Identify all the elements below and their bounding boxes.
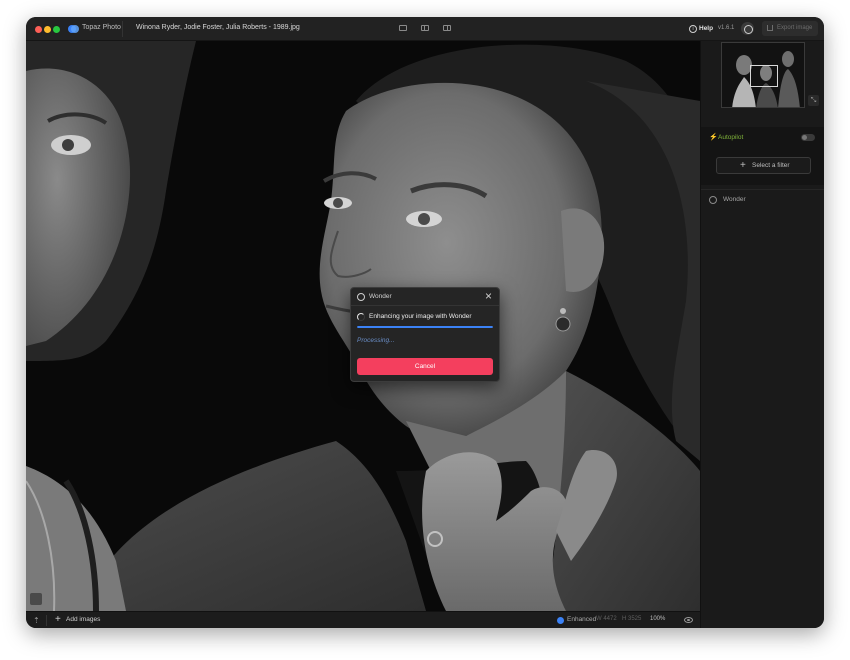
right-panel: ⤡ ⚡ Autopilot + Select a filter Wonder xyxy=(700,41,824,628)
close-icon[interactable]: × xyxy=(485,289,492,303)
view-split-icon[interactable] xyxy=(421,25,429,31)
account-icon[interactable] xyxy=(741,22,754,35)
version-label: v1.6.1 xyxy=(718,25,735,31)
bolt-icon: ⚡ xyxy=(709,134,718,141)
plus-icon: + xyxy=(740,160,746,171)
title-bar: Topaz Photo Winona Ryder, Jodie Foster, … xyxy=(26,17,824,41)
autopilot-label: Autopilot xyxy=(718,134,744,141)
view-single-icon[interactable] xyxy=(399,25,407,31)
crop-icon[interactable]: ⤡ xyxy=(808,95,819,106)
spinner-icon xyxy=(357,313,365,321)
help-button[interactable]: Help xyxy=(699,25,713,32)
enhanced-label[interactable]: Enhanced xyxy=(567,616,596,623)
navigator-viewport[interactable] xyxy=(750,65,778,87)
title-divider xyxy=(122,21,123,37)
upload-icon[interactable]: ⇡ xyxy=(33,616,40,625)
progress-fill xyxy=(357,326,493,328)
dialog-title: Wonder xyxy=(369,293,392,300)
export-image-button[interactable]: Export image xyxy=(762,21,818,36)
progress-bar xyxy=(357,326,493,328)
close-window-button[interactable] xyxy=(35,26,42,33)
navigator-thumbnail[interactable] xyxy=(721,42,805,108)
select-filter-label: Select a filter xyxy=(752,162,790,169)
app-name: Topaz Photo xyxy=(82,24,121,31)
select-filter-button[interactable]: + Select a filter xyxy=(716,157,811,174)
minimize-window-button[interactable] xyxy=(44,26,51,33)
panel-divider xyxy=(701,189,824,190)
wonder-icon xyxy=(709,196,717,204)
compare-toggle-icon[interactable] xyxy=(30,593,42,605)
bottom-bar: ⇡ + Add images Enhanced W 4472 H 3525 10… xyxy=(26,611,700,628)
cancel-button[interactable]: Cancel xyxy=(357,358,493,375)
export-icon xyxy=(767,25,773,31)
wonder-dialog: Wonder × Enhancing your image with Wonde… xyxy=(350,287,500,382)
dialog-message: Enhancing your image with Wonder xyxy=(369,313,472,320)
view-side-icon[interactable] xyxy=(443,25,451,31)
export-label: Export image xyxy=(777,25,813,31)
filter-item-wonder[interactable]: Wonder xyxy=(701,191,824,209)
autopilot-toggle[interactable] xyxy=(801,134,815,141)
zoom-window-button[interactable] xyxy=(53,26,60,33)
help-icon[interactable]: i xyxy=(689,25,697,33)
autopilot-section: ⚡ Autopilot + Select a filter xyxy=(701,127,824,185)
check-icon xyxy=(557,617,564,624)
zoom-level[interactable]: 100% xyxy=(650,616,665,622)
image-width: W 4472 xyxy=(596,616,617,622)
file-title: Winona Ryder, Jodie Foster, Julia Robert… xyxy=(136,24,300,31)
add-images-button[interactable]: Add images xyxy=(66,616,100,623)
app-logo-icon xyxy=(68,25,79,33)
eye-icon[interactable] xyxy=(684,617,693,623)
dialog-header: Wonder × xyxy=(351,288,499,306)
bottom-divider xyxy=(46,615,47,626)
filter-item-label: Wonder xyxy=(723,196,746,203)
wonder-icon xyxy=(357,293,365,301)
plus-icon[interactable]: + xyxy=(55,614,61,625)
image-height: H 3525 xyxy=(622,616,642,622)
dialog-status: Processing... xyxy=(357,337,395,344)
